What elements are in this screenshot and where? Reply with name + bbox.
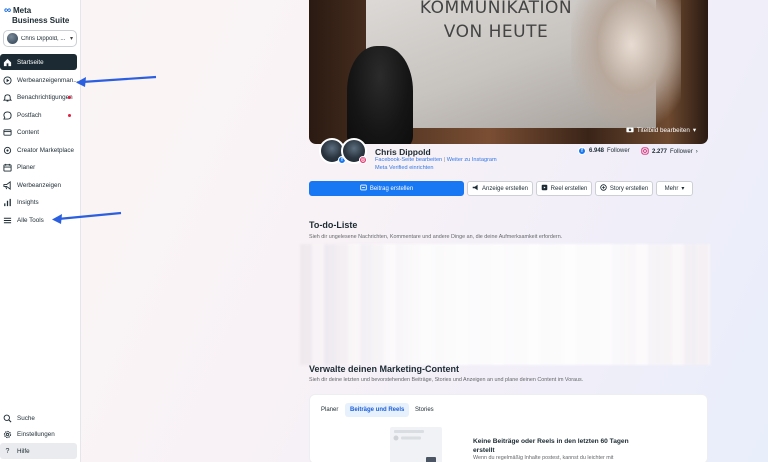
profile-links: Facebook-Seite bearbeiten | Weiter zu In… [375, 157, 497, 163]
create-ad-button[interactable]: Anzeige erstellen [467, 181, 533, 196]
chevron-down-icon: ▾ [681, 186, 685, 192]
todo-title: To-do-Liste [309, 220, 358, 230]
help-icon: ? [5, 447, 10, 455]
megaphone-icon [3, 180, 12, 190]
chevron-down-icon: ▾ [692, 126, 696, 134]
tab-planer[interactable]: Planer [316, 403, 343, 417]
more-button[interactable]: Mehr ▾ [656, 181, 693, 196]
home-icon [3, 58, 12, 67]
sidebar-item-werbeanzeigenmanager[interactable]: Werbeanzeigenman... [0, 72, 79, 88]
meta-verified-link[interactable]: Meta Verified einrichten [375, 165, 433, 171]
facebook-icon: f [578, 147, 586, 155]
sidebar-item-einstellungen[interactable]: Einstellungen [0, 426, 77, 442]
sidebar-item-label: Creator Marketplace [17, 146, 75, 154]
calendar-icon [3, 163, 12, 172]
todo-subtitle: Sieh dir ungelesene Nachrichten, Komment… [309, 234, 563, 240]
instagram-icon [641, 147, 649, 157]
chat-bubble-icon [3, 110, 12, 120]
bar-chart-icon [3, 198, 12, 207]
marketing-title: Verwalte deinen Marketing-Content [309, 364, 460, 374]
sidebar-item-planer[interactable]: Planer [0, 159, 77, 175]
meta-logo-icon: ∞ [4, 5, 12, 16]
notification-dot [68, 96, 71, 99]
post-icon [360, 184, 367, 193]
cover-photo: KOMMUNIKATION VON HEUTE Titelbild bearbe… [309, 0, 708, 144]
megaphone-icon [472, 184, 479, 193]
create-post-button[interactable]: Beitrag erstellen [309, 181, 464, 196]
reel-icon [541, 184, 548, 193]
content-card: Planer Beiträge und Reels Stories Keine … [309, 394, 708, 462]
edit-cover-label: Titelbild bearbeiten [636, 126, 690, 134]
empty-state-title: Keine Beiträge oder Reels in den letzten… [473, 438, 629, 454]
empty-state-subtitle: Wenn du regelmäßig Inhalte postest, kann… [473, 455, 614, 461]
sidebar-item-label: Content [17, 128, 40, 136]
annotation-arrow-icon [52, 211, 122, 224]
account-name: Chris Dippold, ... [21, 35, 66, 42]
camera-icon [626, 126, 634, 135]
instagram-followers[interactable]: 2.277 Follower › [641, 147, 698, 157]
create-story-button[interactable]: Story erstellen [595, 181, 653, 196]
tab-beitraege-und-reels[interactable]: Beiträge und Reels [345, 403, 410, 417]
sidebar-item-label: Insights [17, 198, 39, 206]
bell-icon [3, 93, 12, 102]
empty-state-illustration [390, 427, 442, 462]
ads-manager-icon [3, 75, 12, 85]
avatar [7, 33, 18, 44]
creator-icon [3, 146, 12, 155]
account-switcher[interactable]: Chris Dippold, ... ▾ [3, 30, 77, 47]
sidebar: ∞ Meta Business Suite Chris Dippold, ... … [0, 0, 81, 462]
annotation-arrow-icon [76, 75, 157, 87]
sidebar-item-werbeanzeigen[interactable]: Werbeanzeigen [0, 177, 77, 193]
sidebar-item-startseite[interactable]: Startseite [0, 54, 77, 70]
sidebar-item-suche[interactable]: Suche [0, 410, 77, 426]
sidebar-item-label: Planer [17, 163, 36, 171]
page-name: Chris Dippold [375, 147, 431, 157]
projected-person [571, 0, 681, 128]
edit-cover-button[interactable]: Titelbild bearbeiten ▾ [622, 124, 700, 136]
edit-facebook-page-link[interactable]: Facebook-Seite bearbeiten [375, 157, 442, 163]
tab-stories[interactable]: Stories [410, 403, 439, 417]
gear-icon [3, 430, 12, 439]
sidebar-item-creator-marketplace[interactable]: Creator Marketplace [0, 142, 77, 158]
blurred-todo-content [300, 244, 710, 365]
content-icon [3, 128, 12, 137]
sidebar-item-label: Startseite [17, 58, 44, 66]
create-reel-button[interactable]: Reel erstellen [536, 181, 592, 196]
sidebar-item-label: Einstellungen [17, 430, 55, 438]
sidebar-item-label: Suche [17, 414, 35, 422]
sidebar-item-hilfe[interactable]: ? Hilfe [0, 443, 77, 459]
sidebar-item-postfach[interactable]: Postfach [0, 107, 77, 123]
notification-dot [68, 114, 71, 117]
marketing-subtitle: Sieh dir deine letzten und bevorstehende… [309, 377, 584, 383]
sidebar-item-label: Alle Tools [17, 216, 44, 224]
sidebar-item-label: Hilfe [17, 447, 30, 455]
meta-business-suite-logo[interactable]: ∞ Meta Business Suite [4, 5, 69, 26]
speaker-silhouette [347, 46, 413, 144]
chevron-right-icon: › [695, 149, 698, 155]
sidebar-item-label: Werbeanzeigen [17, 181, 61, 189]
sidebar-item-label: Postfach [17, 111, 42, 119]
sidebar-item-benachrichtigungen[interactable]: Benachrichtigungen [0, 89, 77, 105]
instagram-icon: ◎ [359, 156, 367, 164]
search-icon [3, 414, 12, 423]
chevron-down-icon: ▾ [69, 36, 73, 42]
menu-icon [3, 216, 12, 225]
facebook-followers[interactable]: f 6.948 Follower [578, 147, 630, 155]
profile-pictures[interactable]: f ◎ [319, 138, 369, 168]
sidebar-item-label: Werbeanzeigenman... [17, 76, 79, 84]
sidebar-item-content[interactable]: Content [0, 124, 77, 140]
go-to-instagram-link[interactable]: Weiter zu Instagram [447, 157, 497, 163]
sidebar-item-label: Benachrichtigungen [17, 93, 73, 101]
story-icon [600, 184, 607, 193]
